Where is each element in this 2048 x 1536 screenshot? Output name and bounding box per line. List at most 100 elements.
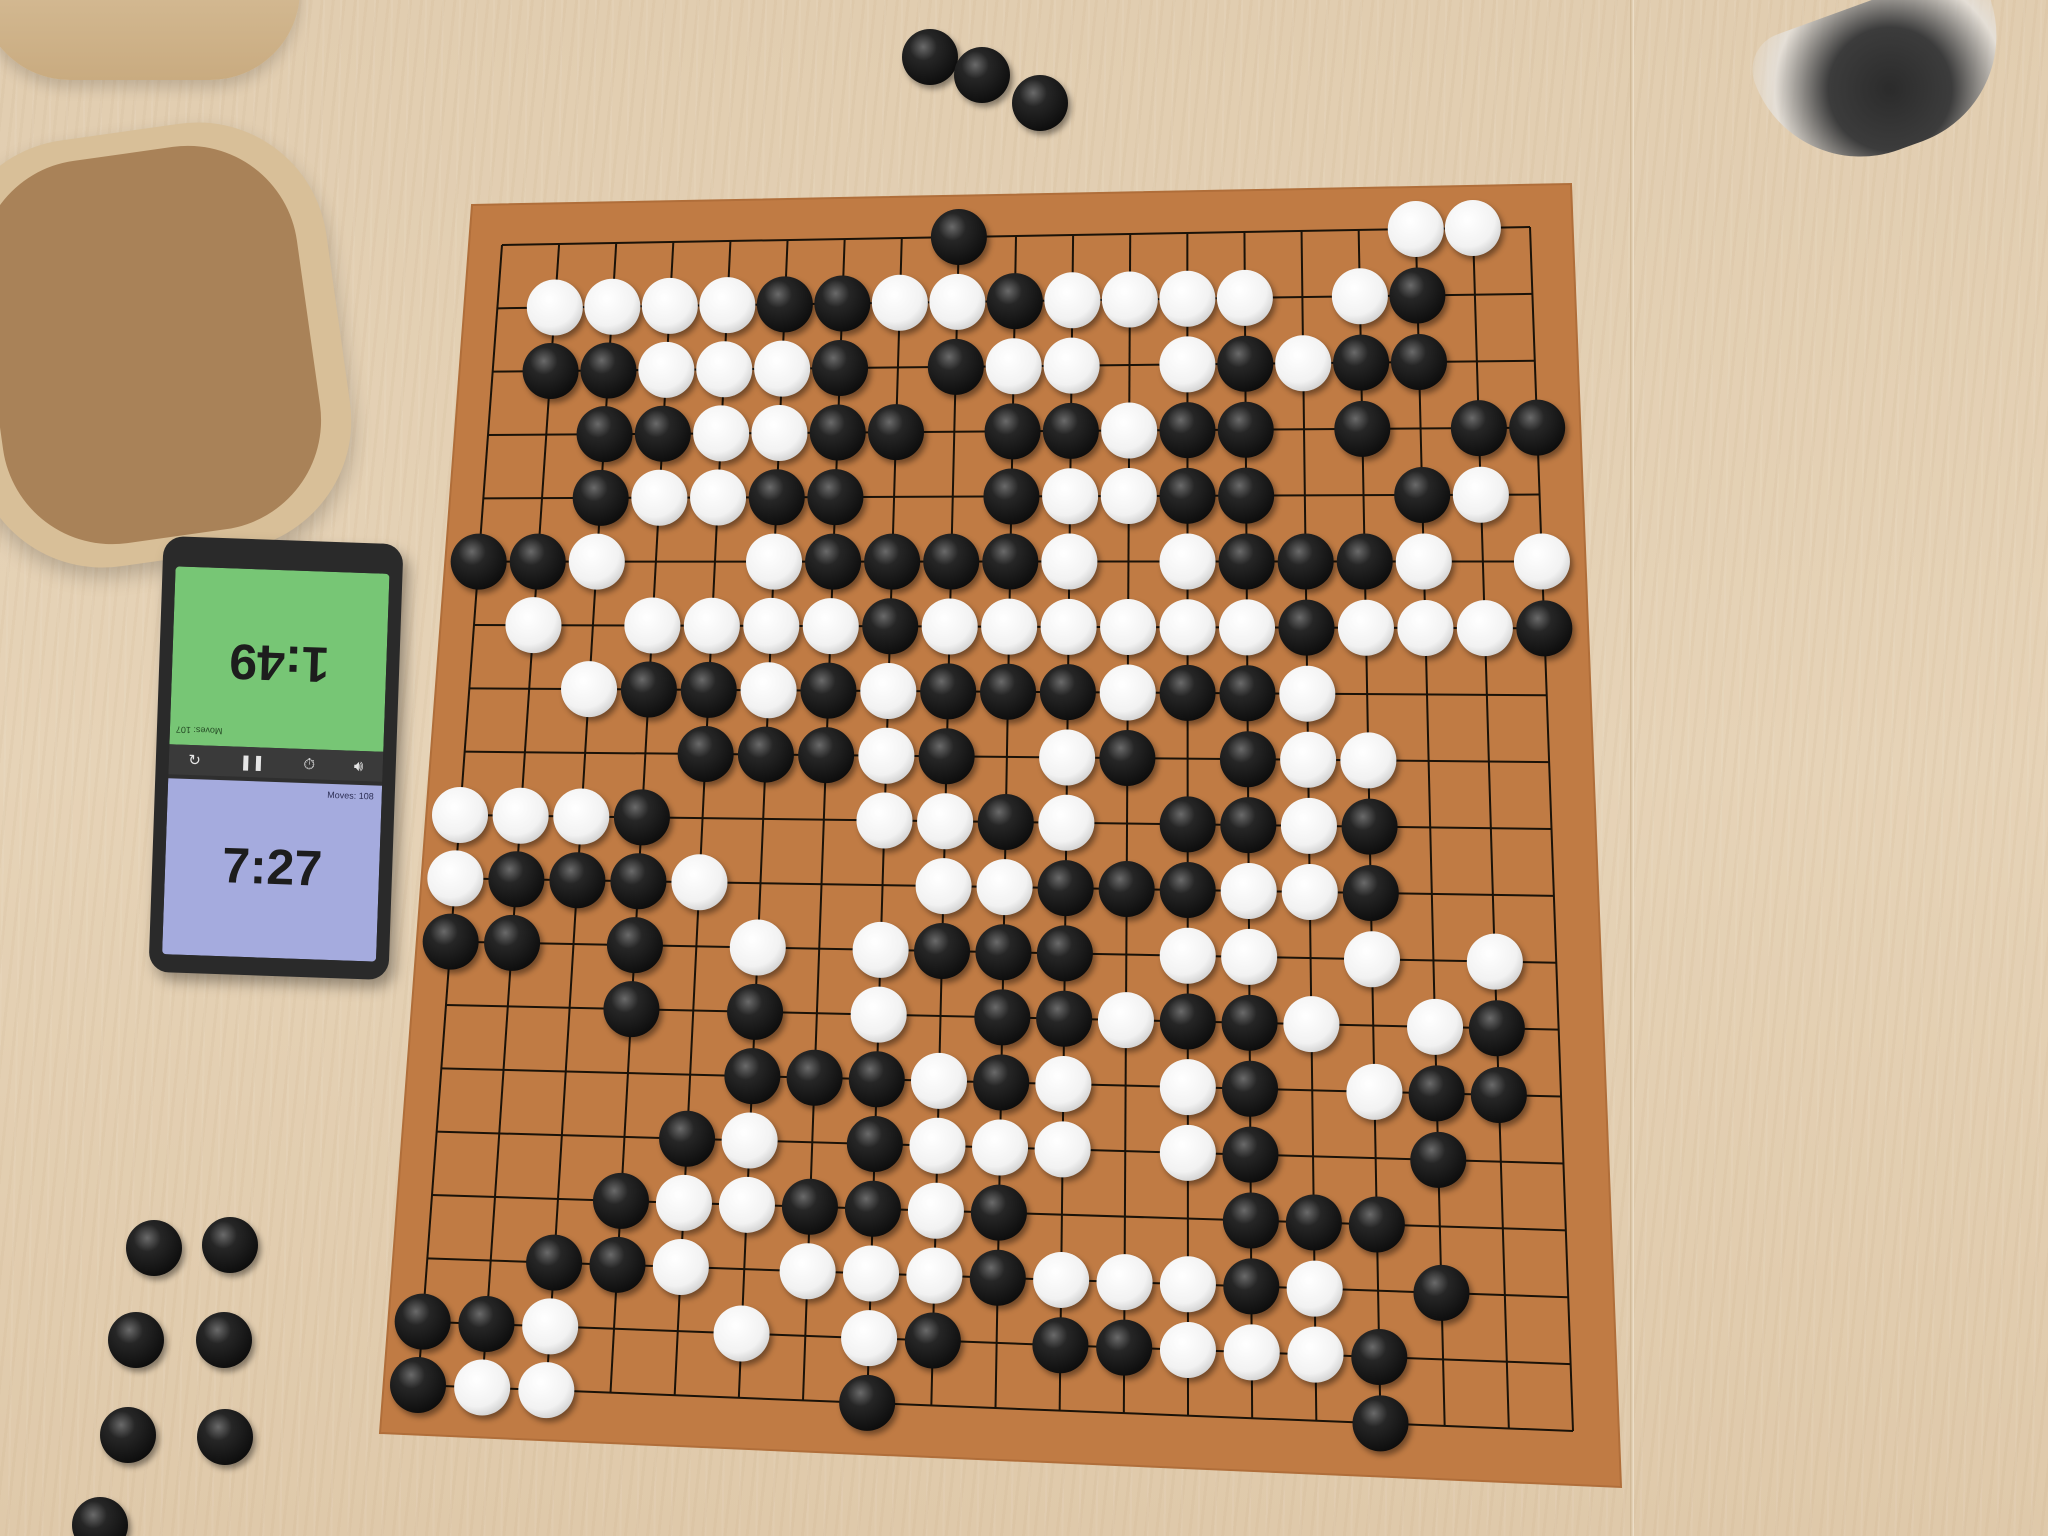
white-stone[interactable] xyxy=(1444,200,1501,256)
black-stone[interactable] xyxy=(986,273,1043,330)
black-stone[interactable] xyxy=(781,1178,838,1235)
black-stone[interactable] xyxy=(954,47,1010,103)
white-stone[interactable] xyxy=(856,792,913,849)
black-stone[interactable] xyxy=(549,852,606,909)
white-stone[interactable] xyxy=(631,469,688,526)
black-stone[interactable] xyxy=(1509,399,1566,456)
white-stone[interactable] xyxy=(655,1174,712,1231)
white-stone[interactable] xyxy=(1219,599,1276,656)
black-stone[interactable] xyxy=(592,1172,649,1229)
black-stone[interactable] xyxy=(610,853,667,910)
black-stone[interactable] xyxy=(620,661,677,718)
black-stone[interactable] xyxy=(1096,1319,1153,1376)
white-stone[interactable] xyxy=(1043,337,1100,394)
white-stone[interactable] xyxy=(638,341,695,398)
white-stone[interactable] xyxy=(1159,927,1216,984)
white-stone[interactable] xyxy=(1395,533,1452,590)
white-stone[interactable] xyxy=(1038,794,1095,851)
white-stone[interactable] xyxy=(584,278,641,335)
black-stone[interactable] xyxy=(1217,335,1274,392)
black-stone[interactable] xyxy=(812,340,869,397)
white-stone[interactable] xyxy=(1034,1121,1091,1178)
black-stone[interactable] xyxy=(1217,401,1274,458)
black-stone[interactable] xyxy=(108,1312,164,1368)
black-stone[interactable] xyxy=(522,343,579,400)
white-stone[interactable] xyxy=(1279,665,1336,722)
white-stone[interactable] xyxy=(1387,201,1444,257)
black-stone[interactable] xyxy=(196,1312,252,1368)
black-stone[interactable] xyxy=(975,924,1032,981)
white-stone[interactable] xyxy=(522,1298,579,1355)
white-stone[interactable] xyxy=(1331,268,1388,325)
black-stone[interactable] xyxy=(603,981,660,1038)
black-stone[interactable] xyxy=(983,468,1040,525)
black-stone[interactable] xyxy=(920,663,977,720)
black-stone[interactable] xyxy=(458,1296,515,1353)
white-stone[interactable] xyxy=(917,793,974,850)
white-stone[interactable] xyxy=(624,597,681,654)
white-stone[interactable] xyxy=(910,1052,967,1109)
white-stone[interactable] xyxy=(1275,335,1332,392)
white-stone[interactable] xyxy=(641,277,698,334)
white-stone[interactable] xyxy=(1220,863,1277,920)
black-stone[interactable] xyxy=(748,469,805,526)
black-stone[interactable] xyxy=(100,1407,156,1463)
black-stone[interactable] xyxy=(868,404,925,461)
black-stone[interactable] xyxy=(606,917,663,974)
white-stone[interactable] xyxy=(1096,1254,1153,1311)
black-stone[interactable] xyxy=(1348,1196,1405,1253)
black-stone[interactable] xyxy=(800,662,857,719)
white-stone[interactable] xyxy=(1159,1256,1216,1313)
black-stone[interactable] xyxy=(1333,334,1390,391)
white-stone[interactable] xyxy=(740,662,797,719)
black-stone[interactable] xyxy=(390,1357,446,1413)
white-stone[interactable] xyxy=(729,919,786,976)
black-stone[interactable] xyxy=(1516,600,1573,657)
black-stone[interactable] xyxy=(1218,467,1275,524)
black-stone[interactable] xyxy=(1159,664,1216,721)
black-stone[interactable] xyxy=(814,275,871,332)
black-stone[interactable] xyxy=(484,914,541,971)
white-stone[interactable] xyxy=(754,340,811,397)
black-stone[interactable] xyxy=(1012,75,1068,131)
white-stone[interactable] xyxy=(1099,664,1156,721)
white-stone[interactable] xyxy=(1456,600,1513,657)
white-stone[interactable] xyxy=(929,273,986,330)
white-stone[interactable] xyxy=(1101,402,1158,459)
black-stone[interactable] xyxy=(394,1293,451,1350)
white-stone[interactable] xyxy=(1337,599,1394,656)
black-stone[interactable] xyxy=(1221,994,1278,1051)
black-stone[interactable] xyxy=(724,1048,781,1105)
white-stone[interactable] xyxy=(1033,1251,1090,1308)
white-stone[interactable] xyxy=(743,597,800,654)
black-stone[interactable] xyxy=(1159,796,1216,853)
black-stone[interactable] xyxy=(1218,533,1275,590)
black-stone[interactable] xyxy=(902,29,958,85)
black-stone[interactable] xyxy=(798,727,855,784)
black-stone[interactable] xyxy=(1159,862,1216,919)
white-stone[interactable] xyxy=(427,850,484,907)
white-stone[interactable] xyxy=(1159,1321,1216,1378)
white-stone[interactable] xyxy=(1466,933,1523,990)
black-stone[interactable] xyxy=(1042,402,1099,459)
white-stone[interactable] xyxy=(915,858,972,915)
black-stone[interactable] xyxy=(1277,533,1334,590)
white-stone[interactable] xyxy=(1513,533,1570,590)
white-stone[interactable] xyxy=(713,1305,770,1362)
white-stone[interactable] xyxy=(693,405,750,462)
black-stone[interactable] xyxy=(680,661,737,718)
white-stone[interactable] xyxy=(718,1176,775,1233)
white-stone[interactable] xyxy=(505,597,562,654)
white-stone[interactable] xyxy=(1397,599,1454,656)
white-stone[interactable] xyxy=(852,921,909,978)
black-stone[interactable] xyxy=(1099,730,1156,787)
white-stone[interactable] xyxy=(779,1243,836,1300)
white-stone[interactable] xyxy=(921,598,978,655)
black-stone[interactable] xyxy=(677,725,734,782)
white-stone[interactable] xyxy=(1287,1326,1344,1383)
white-stone[interactable] xyxy=(1041,533,1098,590)
white-stone[interactable] xyxy=(526,279,583,336)
white-stone[interactable] xyxy=(696,341,753,398)
white-stone[interactable] xyxy=(1100,468,1157,525)
black-stone[interactable] xyxy=(807,469,864,526)
